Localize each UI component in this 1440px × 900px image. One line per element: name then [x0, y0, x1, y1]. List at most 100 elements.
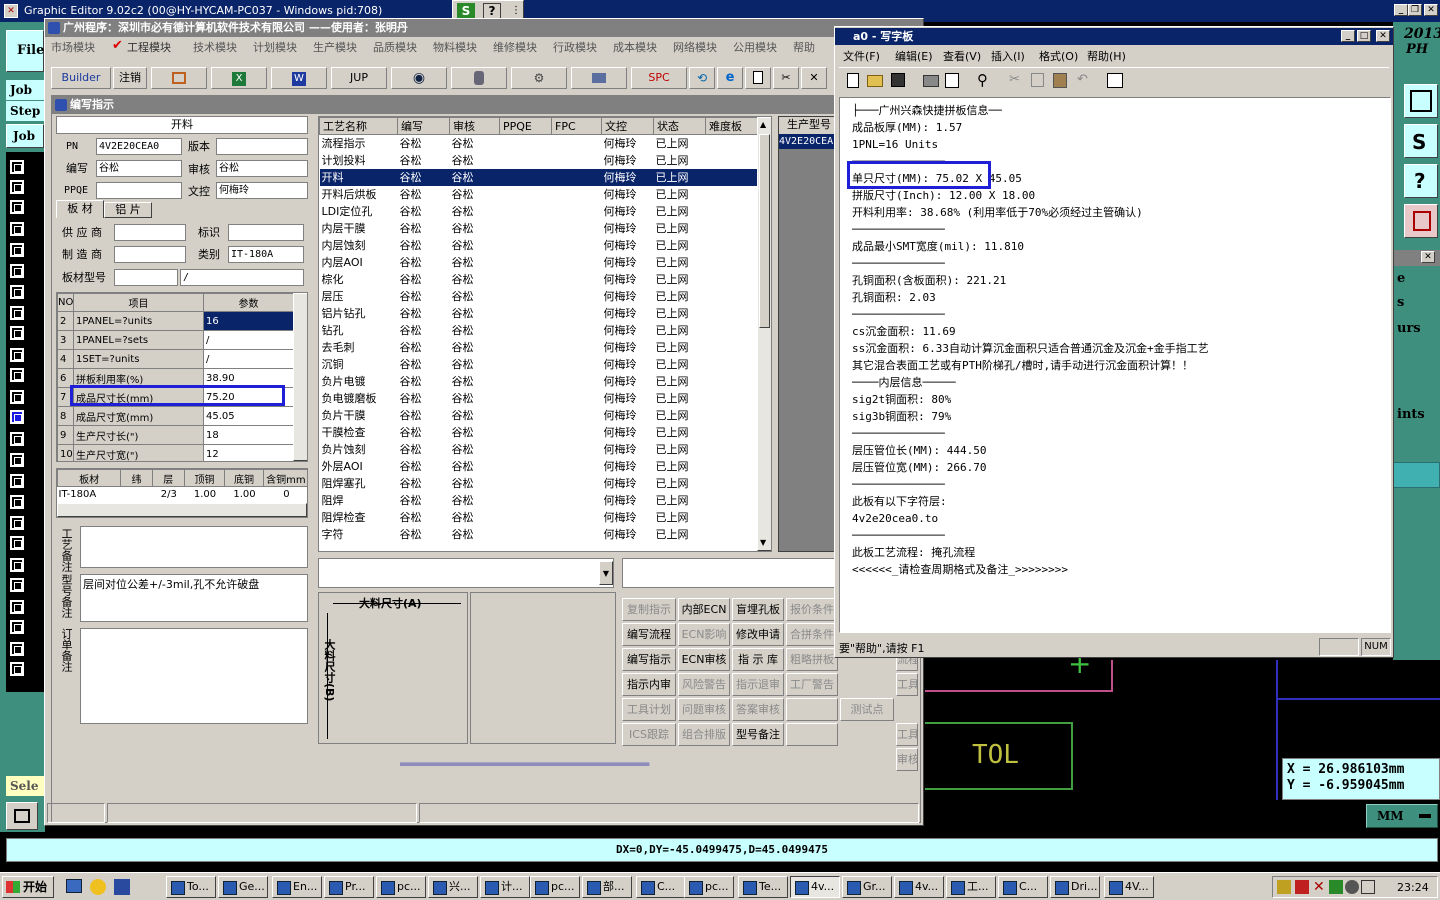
- report-button[interactable]: [151, 67, 207, 89]
- action-button[interactable]: ECN审核: [678, 648, 730, 671]
- excel-button[interactable]: X: [211, 67, 267, 89]
- action-button[interactable]: 答案审核: [732, 698, 784, 721]
- process-col[interactable]: 状态: [653, 117, 706, 135]
- material-cell[interactable]: [121, 487, 153, 503]
- process-col[interactable]: 工艺名称: [319, 117, 398, 135]
- job-label[interactable]: Job: [6, 80, 44, 100]
- outer-close-button[interactable]: ✕: [1424, 4, 1438, 16]
- outer-minimize-button[interactable]: _: [1394, 4, 1408, 16]
- database-button[interactable]: [451, 67, 507, 89]
- action-button[interactable]: 风险警告: [678, 673, 730, 696]
- desktop-icon[interactable]: [66, 879, 82, 893]
- gz-menu-item[interactable]: 市场模块: [51, 39, 95, 55]
- right-panel-item[interactable]: [1393, 344, 1440, 366]
- process-row[interactable]: 流程指示 谷松 谷松 何梅玲 已上网: [320, 135, 758, 152]
- word-button[interactable]: W: [271, 67, 327, 89]
- process-row[interactable]: 阻焊 谷松 谷松 何梅玲 已上网: [320, 492, 758, 509]
- pn-field[interactable]: 4V2E20CEA0: [96, 138, 182, 155]
- action-button[interactable]: 型号备注: [732, 723, 784, 746]
- action-button[interactable]: 复制指示: [622, 598, 676, 621]
- taskbar-item[interactable]: 4v...: [790, 876, 840, 898]
- layer-toggle[interactable]: [10, 348, 24, 362]
- layer-toggle[interactable]: [10, 243, 24, 257]
- taskbar-item[interactable]: 计...: [480, 876, 530, 898]
- material-cell[interactable]: 1.00: [184, 487, 225, 503]
- param-value[interactable]: 12: [203, 444, 294, 461]
- clock-app-icon[interactable]: [90, 879, 106, 895]
- job-button[interactable]: Job: [6, 124, 44, 148]
- unit-selector[interactable]: MM: [1366, 804, 1438, 828]
- wordpad-menu-item[interactable]: 编辑(E): [895, 48, 933, 64]
- taskbar-item[interactable]: 工...: [946, 876, 996, 898]
- param-row[interactable]: 8 成品尺寸宽(mm) 45.05: [57, 406, 294, 426]
- layer-toggle[interactable]: [10, 390, 24, 404]
- gz-menu-item[interactable]: 物料模块: [433, 39, 477, 55]
- layer-toggle[interactable]: [10, 306, 24, 320]
- process-row[interactable]: 去毛刺 谷松 谷松 何梅玲 已上网: [320, 339, 758, 356]
- process-row[interactable]: 层压 谷松 谷松 何梅玲 已上网: [320, 288, 758, 305]
- right-teal-button[interactable]: [1393, 462, 1440, 488]
- toolbar-dropdown-icon[interactable]: ⋮: [511, 5, 521, 16]
- wordpad-maximize-button[interactable]: □: [1357, 30, 1371, 42]
- layer-toggle[interactable]: [10, 642, 24, 656]
- taskbar-item[interactable]: pc...: [684, 876, 734, 898]
- gz-menu-item[interactable]: 行政模块: [553, 39, 597, 55]
- gz-menu-item[interactable]: 生产模块: [313, 39, 357, 55]
- version-field[interactable]: [216, 138, 308, 155]
- wordpad-menu-item[interactable]: 文件(F): [843, 48, 880, 64]
- action-button[interactable]: 指 示 库: [732, 648, 784, 671]
- process-row[interactable]: 铝片钻孔 谷松 谷松 何梅玲 已上网: [320, 305, 758, 322]
- action-button[interactable]: 修改申请: [732, 623, 784, 646]
- action-button[interactable]: [786, 723, 838, 746]
- supplier-field[interactable]: [114, 224, 186, 241]
- action-button[interactable]: ICS跟踪: [622, 723, 676, 746]
- taskbar-item[interactable]: 部...: [582, 876, 632, 898]
- select-label[interactable]: Sele: [6, 776, 44, 796]
- sub-window-close-button[interactable]: ✕: [1421, 251, 1435, 263]
- view-button[interactable]: ◉: [391, 67, 447, 89]
- layer-toggle[interactable]: [10, 536, 24, 550]
- jup-button[interactable]: JUP: [331, 67, 387, 89]
- layer-toggle[interactable]: [10, 662, 24, 676]
- combo-dropdown-icon[interactable]: ▼: [599, 561, 613, 585]
- wordpad-menu-item[interactable]: 查看(V): [943, 48, 981, 64]
- refresh-button[interactable]: ⟲: [689, 67, 715, 89]
- doc-control-field[interactable]: 何梅玲: [216, 182, 308, 199]
- taskbar-item[interactable]: 4V...: [1104, 876, 1154, 898]
- action-button[interactable]: 编写指示: [622, 648, 676, 671]
- scroll-up-icon[interactable]: ▲: [760, 120, 766, 129]
- material-cell[interactable]: 0: [263, 487, 307, 503]
- param-value[interactable]: 16: [203, 311, 294, 331]
- param-value[interactable]: /: [203, 330, 294, 350]
- taskbar-item[interactable]: pc...: [376, 876, 426, 898]
- copy-icon[interactable]: [1031, 73, 1044, 87]
- snap-button[interactable]: S: [1404, 124, 1438, 158]
- tab-board-material[interactable]: 板 材: [56, 200, 104, 218]
- process-combo[interactable]: ▼: [318, 558, 614, 588]
- open-icon[interactable]: [867, 75, 883, 87]
- process-row[interactable]: 阻焊检查 谷松 谷松 何梅玲 已上网: [320, 509, 758, 526]
- layer-toggle[interactable]: [10, 578, 24, 592]
- ppqe-field[interactable]: [96, 182, 182, 199]
- action-button[interactable]: 编写流程: [622, 623, 676, 646]
- layer-toggle[interactable]: [10, 516, 24, 530]
- action-button[interactable]: 粗略拼板: [786, 648, 838, 671]
- paste-icon[interactable]: [1053, 73, 1067, 88]
- process-row[interactable]: 干膜检查 谷松 谷松 何梅玲 已上网: [320, 424, 758, 441]
- file-button[interactable]: File: [6, 30, 44, 72]
- outer-restore-button[interactable]: ❐: [1408, 4, 1422, 16]
- process-row[interactable]: 计划投料 谷松 谷松 何梅玲 已上网: [320, 152, 758, 169]
- material-cell[interactable]: IT-180A: [58, 487, 121, 503]
- print-button[interactable]: [571, 67, 627, 89]
- process-row[interactable]: 外层AOI 谷松 谷松 何梅玲 已上网: [320, 458, 758, 475]
- preview-icon[interactable]: [945, 73, 959, 88]
- tray-icon-2[interactable]: [1295, 880, 1309, 894]
- layer-toggle[interactable]: [10, 160, 24, 174]
- param-value[interactable]: /: [203, 349, 294, 369]
- material-cell[interactable]: 1.00: [225, 487, 263, 503]
- layer-toggle[interactable]: [10, 410, 24, 424]
- new-icon[interactable]: [847, 73, 859, 88]
- layer-toggle[interactable]: [10, 180, 24, 194]
- layer-toggle[interactable]: [10, 200, 24, 214]
- gz-menu-item[interactable]: 技术模块: [193, 39, 237, 55]
